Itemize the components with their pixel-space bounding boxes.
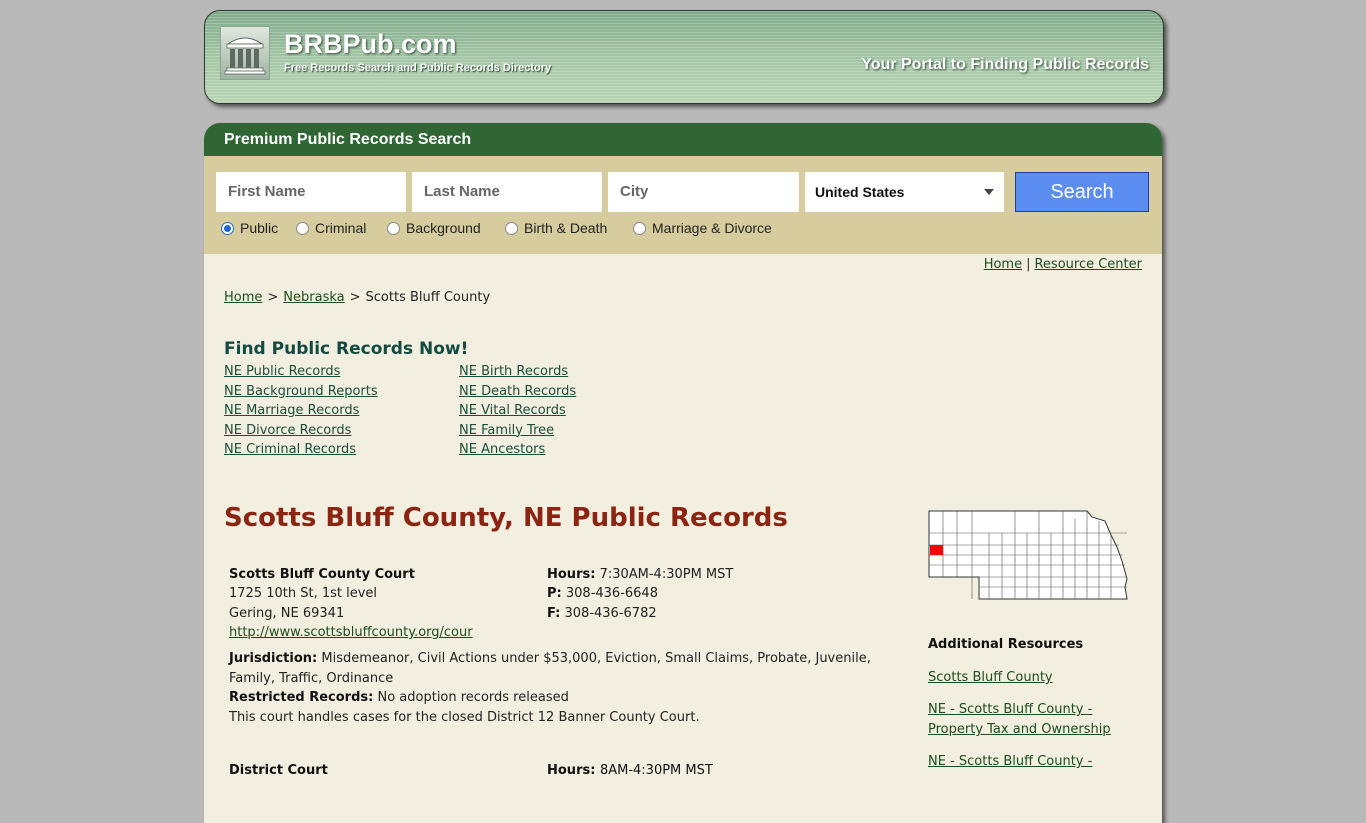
hours-value: 8AM-4:30PM MST (599, 763, 713, 778)
phone-label: P: (547, 586, 562, 601)
last-name-input[interactable]: Last Name (412, 172, 602, 212)
court-hours: Hours: 7:30AM-4:30PM MST (547, 567, 733, 582)
hours-label: Hours: (547, 763, 596, 778)
court-details: Jurisdiction: Misdemeanor, Civil Actions… (229, 649, 889, 727)
record-link[interactable]: NE Family Tree (459, 421, 576, 441)
record-link[interactable]: NE Birth Records (459, 362, 576, 382)
record-link[interactable]: NE Ancestors (459, 440, 576, 460)
highlighted-county[interactable] (930, 545, 943, 555)
city-input[interactable]: City (608, 172, 799, 212)
radio-label: Background (406, 220, 481, 236)
radio-dot[interactable] (505, 221, 518, 235)
radio-label: Birth & Death (524, 220, 608, 236)
court-fax: F: 308-436-6782 (547, 606, 657, 621)
radio-dot[interactable] (296, 221, 309, 235)
restricted-label: Restricted Records: (229, 690, 374, 705)
record-link[interactable]: NE Divorce Records (224, 421, 378, 441)
resource-link[interactable]: NE - Scotts Bluff County - (928, 752, 1148, 772)
jurisdiction-label: Jurisdiction: (229, 651, 318, 666)
record-link[interactable]: NE Background Reports (224, 382, 378, 402)
jurisdiction-value: Misdemeanor, Civil Actions under $53,000… (229, 651, 871, 686)
court-name: Scotts Bluff County Court (229, 567, 415, 582)
radio-dot[interactable] (633, 221, 646, 235)
breadcrumb-separator: > (349, 290, 361, 305)
breadcrumb-current: Scotts Bluff County (365, 290, 491, 305)
radio-criminal[interactable]: Criminal (296, 220, 366, 236)
next-court-name: District Court (229, 763, 328, 778)
home-link[interactable]: Home (984, 257, 1022, 272)
record-link[interactable]: NE Marriage Records (224, 401, 378, 421)
find-records-column-1: NE Public Records NE Background Reports … (224, 362, 378, 460)
restricted-value: No adoption records released (377, 690, 569, 705)
court-jurisdiction: Jurisdiction: Misdemeanor, Civil Actions… (229, 649, 889, 688)
radio-background[interactable]: Background (387, 220, 481, 236)
radio-label: Public (240, 220, 279, 236)
fax-value: 308-436-6782 (564, 606, 657, 621)
next-court-hours: Hours: 8AM-4:30PM MST (547, 763, 713, 778)
tagline: Your Portal to Finding Public Records (861, 56, 1149, 73)
radio-public[interactable]: Public (221, 220, 278, 236)
find-records-column-2: NE Birth Records NE Death Records NE Vit… (459, 362, 576, 460)
country-select[interactable]: United States (805, 172, 1004, 212)
court-website-link[interactable]: http://www.scottsbluffcounty.org/cour (229, 625, 473, 640)
breadcrumb-home[interactable]: Home (224, 290, 262, 305)
breadcrumb: Home > Nebraska > Scotts Bluff County (224, 290, 490, 305)
link-separator: | (1026, 257, 1031, 272)
chevron-down-icon (984, 189, 994, 195)
radio-dot-selected[interactable] (221, 221, 234, 235)
fax-label: F: (547, 606, 561, 621)
nebraska-county-map[interactable] (927, 509, 1129, 601)
record-link[interactable]: NE Public Records (224, 362, 378, 382)
court-address-line-2: Gering, NE 69341 (229, 606, 345, 621)
top-links: Home | Resource Center (984, 257, 1142, 272)
radio-birth-death[interactable]: Birth & Death (505, 220, 607, 236)
radio-label: Marriage & Divorce (652, 220, 772, 236)
radio-dot[interactable] (387, 221, 400, 235)
radio-label: Criminal (315, 220, 367, 236)
breadcrumb-separator: > (267, 290, 279, 305)
search-form: First Name Last Name City United States … (204, 156, 1162, 254)
resource-link[interactable]: Scotts Bluff County (928, 668, 1148, 688)
record-link[interactable]: NE Criminal Records (224, 440, 378, 460)
breadcrumb-nebraska[interactable]: Nebraska (283, 290, 344, 305)
record-link[interactable]: NE Death Records (459, 382, 576, 402)
country-select-value: United States (815, 184, 905, 200)
court-note: This court handles cases for the closed … (229, 709, 700, 725)
search-button[interactable]: Search (1015, 172, 1149, 212)
first-name-input[interactable]: First Name (216, 172, 406, 212)
resource-center-link[interactable]: Resource Center (1034, 257, 1142, 272)
hours-value: 7:30AM-4:30PM MST (599, 567, 734, 582)
find-records-heading: Find Public Records Now! (224, 339, 469, 359)
court-restricted-records: Restricted Records: No adoption records … (229, 688, 889, 708)
brand-logo-text[interactable]: BRBPub.com (284, 29, 457, 60)
brand-subtitle: Free Records Search and Public Records D… (284, 62, 552, 74)
phone-value: 308-436-6648 (565, 586, 658, 601)
main-panel: Premium Public Records Search First Name… (204, 123, 1162, 823)
court-address-line-1: 1725 10th St, 1st level (229, 586, 378, 601)
search-panel-title: Premium Public Records Search (204, 123, 1162, 156)
radio-marriage-divorce[interactable]: Marriage & Divorce (633, 220, 772, 236)
page-title: Scotts Bluff County, NE Public Records (224, 503, 788, 533)
site-header: BRBPub.com Free Records Search and Publi… (204, 10, 1164, 104)
courthouse-icon[interactable] (220, 26, 270, 80)
record-link[interactable]: NE Vital Records (459, 401, 576, 421)
record-type-radios: Public Criminal Background Birth & Death… (204, 220, 1162, 240)
additional-resources-heading: Additional Resources (928, 637, 1084, 652)
resource-link[interactable]: NE - Scotts Bluff County - Property Tax … (928, 700, 1148, 740)
hours-label: Hours: (547, 567, 596, 582)
court-phone: P: 308-436-6648 (547, 586, 658, 601)
